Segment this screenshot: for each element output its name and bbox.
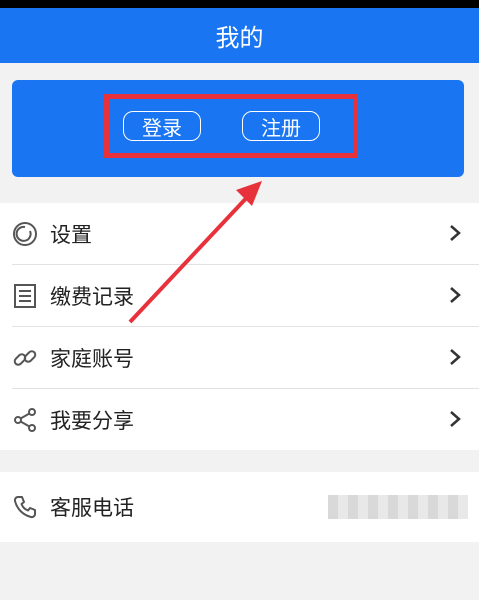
menu-item-label: 缴费记录 [50,284,134,309]
menu-list: 设置 缴费记录 家庭账号 我要分享 [0,203,479,450]
menu-item-payment-records[interactable]: 缴费记录 [12,265,479,327]
customer-service-label: 客服电话 [50,496,134,520]
phone-icon [12,494,38,520]
menu-item-label: 家庭账号 [50,346,134,371]
menu-item-family-account[interactable]: 家庭账号 [12,327,479,389]
chevron-right-icon [450,287,461,303]
link-icon [12,345,38,371]
chevron-right-icon [450,349,461,365]
status-bar [0,0,479,8]
share-icon [12,407,38,433]
section-divider [0,452,479,472]
record-list-icon [12,283,38,309]
settings-icon [12,221,38,247]
redacted-phone-number [328,495,468,519]
login-card: 登录 注册 [12,80,464,177]
menu-item-label: 我要分享 [50,408,134,433]
menu-item-share[interactable]: 我要分享 [12,389,479,450]
menu-item-label: 设置 [50,222,92,247]
login-button[interactable]: 登录 [123,111,201,141]
customer-service-row[interactable]: 客服电话 [0,472,479,542]
page-header: 我的 [0,8,479,63]
register-button[interactable]: 注册 [242,111,320,141]
menu-item-settings[interactable]: 设置 [12,203,479,265]
chevron-right-icon [450,225,461,241]
page-title: 我的 [215,24,264,52]
chevron-right-icon [450,411,461,427]
